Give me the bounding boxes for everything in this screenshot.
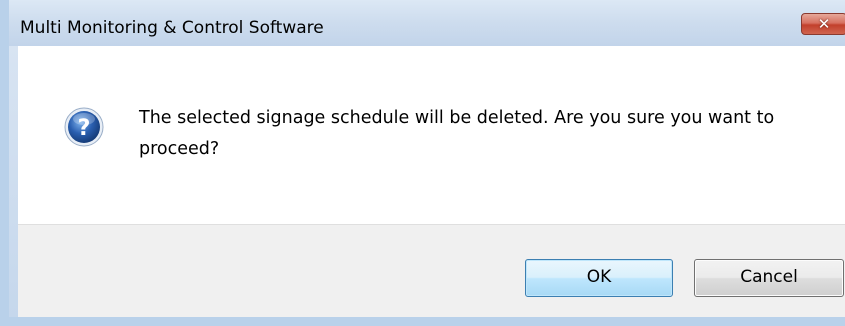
dialog-window: Multi Monitoring & Control Software ✕ ? …: [0, 0, 845, 326]
svg-text:?: ?: [78, 116, 91, 141]
close-button[interactable]: ✕: [801, 13, 845, 35]
button-bar: OK Cancel: [18, 224, 845, 317]
question-icon: ?: [64, 107, 104, 147]
title-bar[interactable]: Multi Monitoring & Control Software ✕: [9, 0, 845, 46]
ok-button[interactable]: OK: [525, 259, 673, 297]
cancel-button[interactable]: Cancel: [694, 259, 844, 297]
message-area: ? The selected signage schedule will be …: [18, 46, 845, 224]
window-title: Multi Monitoring & Control Software: [20, 18, 324, 38]
confirmation-message: The selected signage schedule will be de…: [139, 108, 775, 159]
close-icon: ✕: [817, 15, 831, 33]
